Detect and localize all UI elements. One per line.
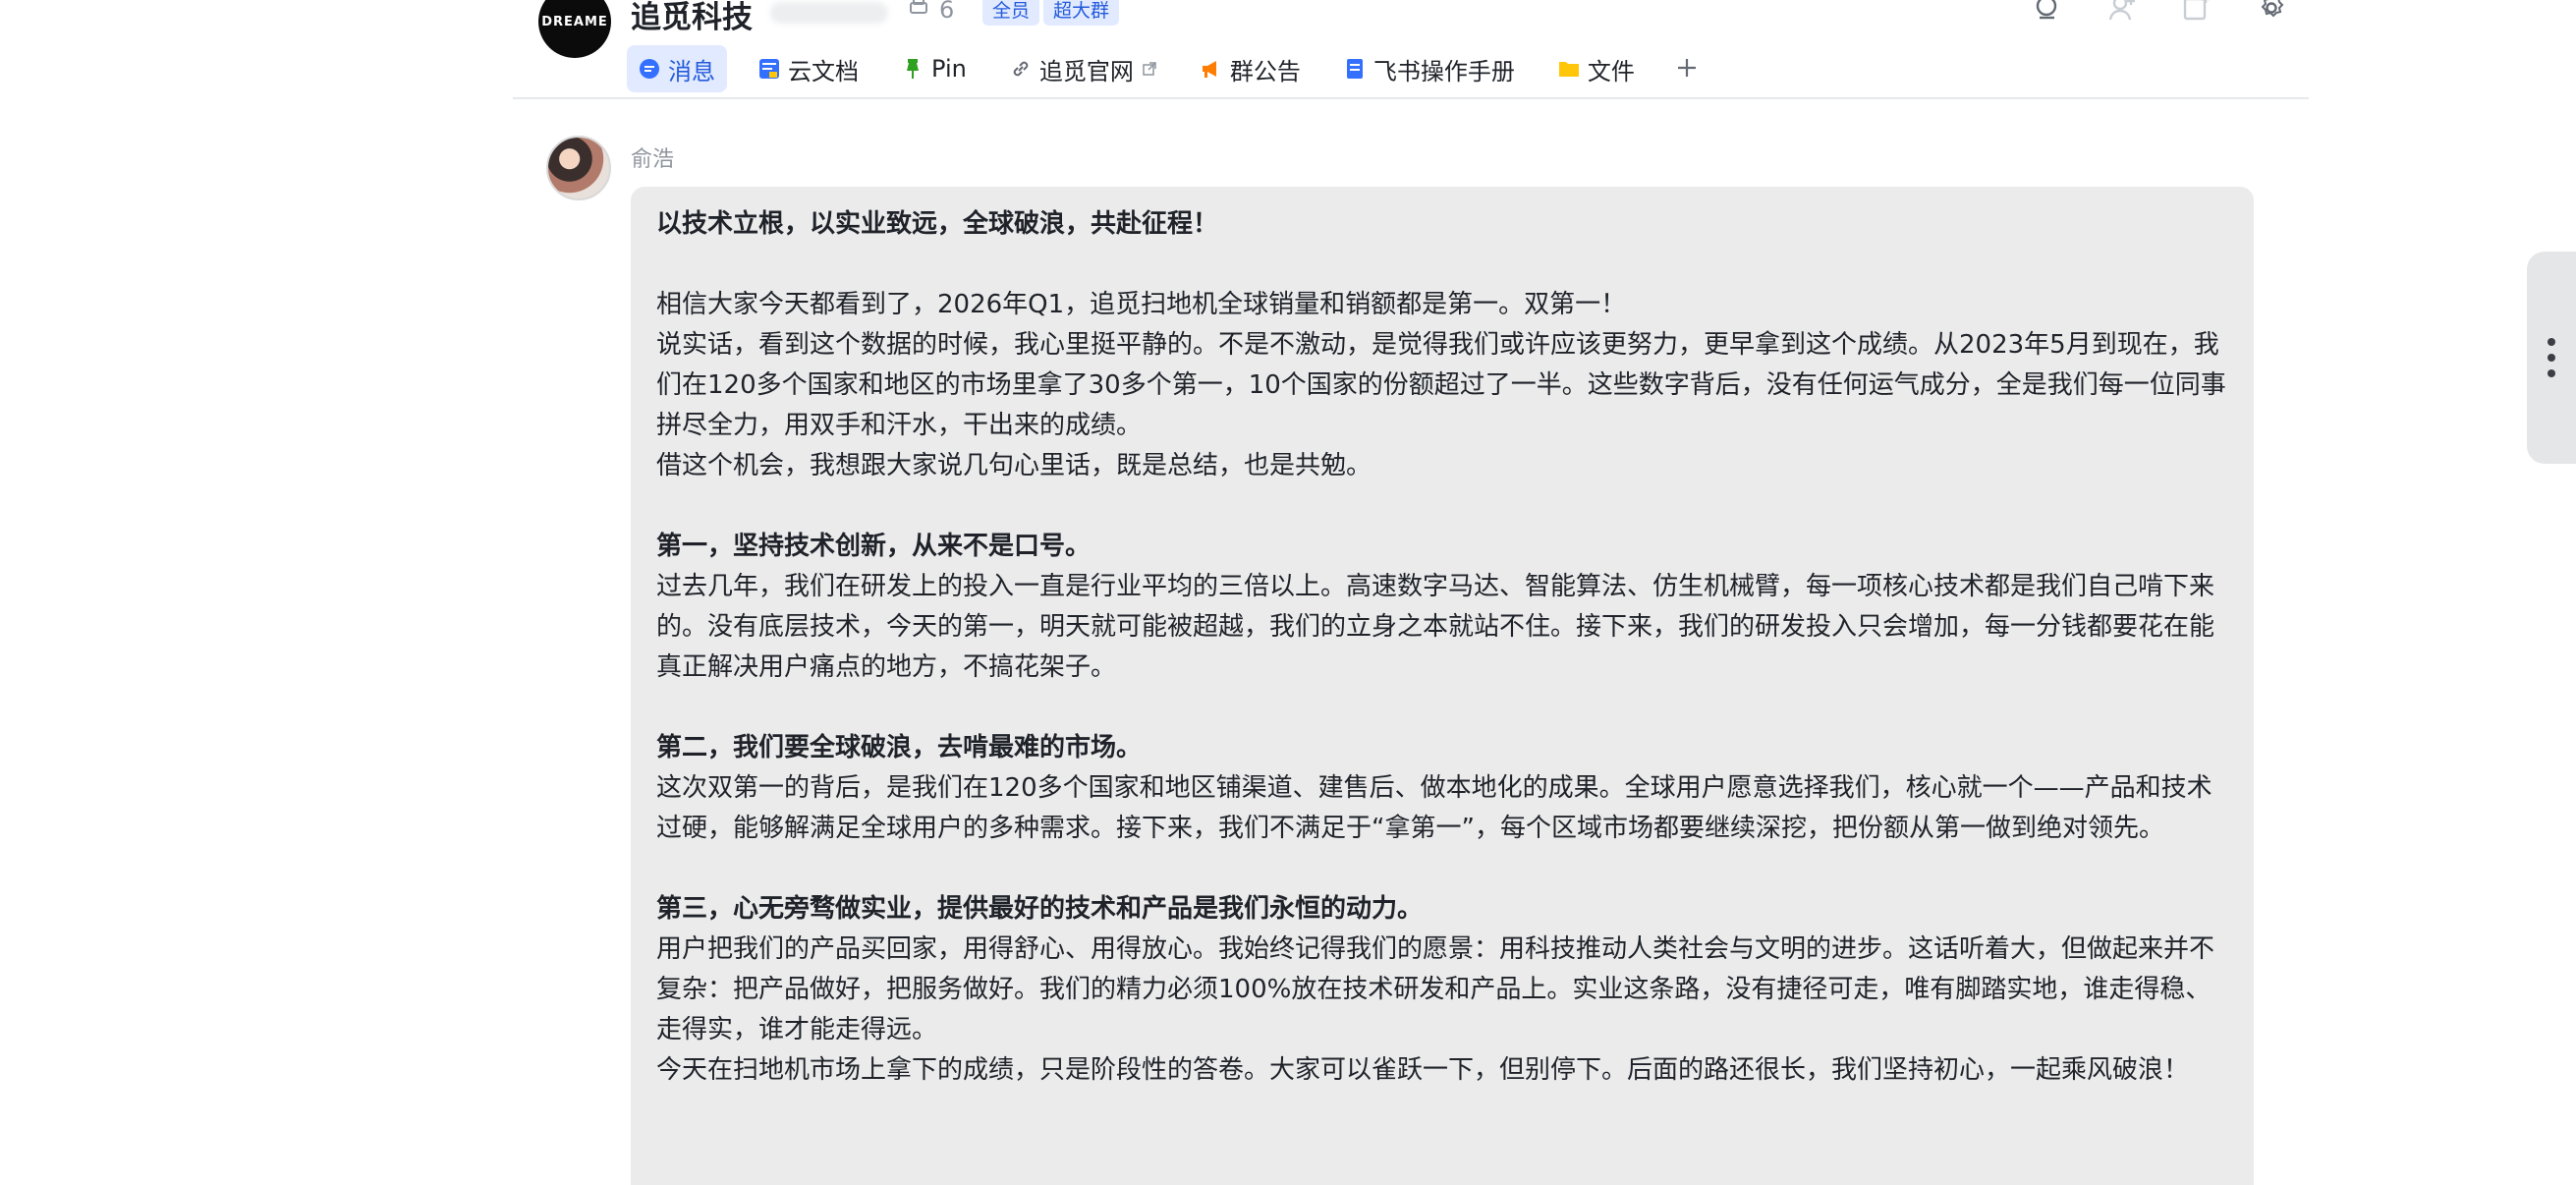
tab-label: 云文档 [788,57,859,85]
megaphone-icon [1201,58,1222,80]
more-dots-icon [2548,369,2555,377]
tab-manual[interactable]: 飞书操作手册 [1332,45,1527,92]
add-member-icon[interactable] [2104,0,2140,26]
group-name[interactable]: 追觅科技 [631,0,753,36]
tab-label: 飞书操作手册 [1372,57,1515,85]
cloud-doc-icon [758,58,780,80]
chat-panel: DREAME 追觅科技 6 全员 超大群 消息 云文档 Pin 追觅官网 群公告… [513,0,2309,1185]
folder-icon [1558,58,1580,80]
message-heading: 第三，心无旁骛做实业，提供最好的技术和产品是我们永恒的动力。 [656,894,1424,924]
message-paragraph: 用户把我们的产品买回家，用得舒心、用得放心。我始终记得我们的愿景：用科技推动人类… [656,934,2215,1044]
tab-messages[interactable]: 消息 [627,45,727,92]
message-paragraph: 过去几年，我们在研发上的投入一直是行业平均的三倍以上。高速数字马达、智能算法、仿… [656,572,2215,682]
message-bubble[interactable]: 以技术立根，以实业致远，全球破浪，共赴征程！ 相信大家今天都看到了，2026年Q1… [631,187,2254,1185]
more-dots-icon [2548,338,2555,346]
tab-label: 文件 [1587,57,1635,85]
more-dots-icon [2548,354,2555,362]
tab-label: Pin [931,55,967,83]
avatar[interactable] [546,136,611,200]
message-heading: 第二，我们要全球破浪，去啃最难的市场。 [656,733,1143,762]
sender-name[interactable]: 俞浩 [631,141,674,173]
members-icon [906,0,931,26]
message-paragraph: 说实话，看到这个数据的时候，我心里挺平静的。不是不激动，是觉得我们或许应该更努力… [656,330,2226,440]
tab-announcement[interactable]: 群公告 [1189,45,1313,92]
tab-pin[interactable]: Pin [890,45,979,92]
message-bubble-icon [639,58,660,80]
pin-icon [902,58,924,80]
message-list[interactable]: 俞浩 以技术立根，以实业致远，全球破浪，共赴征程！ 相信大家今天都看到了，2026… [513,100,2309,1185]
message-paragraph: 今天在扫地机市场上拿下的成绩，只是阶段性的答卷。大家可以雀跃一下，但别停下。后面… [656,1055,2190,1085]
tab-official-site[interactable]: 追觅官网 [998,45,1169,92]
tag-super-group: 超大群 [1043,0,1120,26]
tab-label: 消息 [668,57,715,85]
side-panel-handle[interactable] [2527,252,2576,464]
chat-tabs: 消息 云文档 Pin 追觅官网 群公告 飞书操作手册 文件 [627,45,1708,92]
message-paragraph: 相信大家今天都看到了，2026年Q1，追觅扫地机全球销量和销额都是第一。双第一！ [656,290,1627,319]
tab-label: 追觅官网 [1038,57,1134,85]
tag-all-staff: 全员 [982,0,1040,26]
group-description-redacted [770,2,888,24]
group-avatar[interactable]: DREAME [538,0,611,58]
tab-files[interactable]: 文件 [1546,45,1647,92]
doc-icon [1344,58,1366,80]
link-icon [1010,58,1032,80]
tab-label: 群公告 [1229,57,1301,85]
new-window-icon[interactable] [2179,0,2214,26]
tab-cloud-docs[interactable]: 云文档 [747,45,870,92]
settings-gear-icon[interactable] [2254,0,2289,26]
message-paragraph: 这次双第一的背后，是我们在120多个国家和地区铺渠道、建售后、做本地化的成果。全… [656,773,2212,843]
message-paragraph: 借这个机会，我想跟大家说几句心里话，既是总结，也是共勉。 [656,451,1372,480]
add-tab-button[interactable] [1666,52,1708,86]
search-chat-icon[interactable] [2030,0,2065,26]
chat-header: DREAME 追觅科技 6 全员 超大群 消息 云文档 Pin 追觅官网 群公告… [513,0,2309,99]
header-actions [2030,0,2289,26]
member-count[interactable]: 6 [906,0,954,26]
message-heading: 第一，坚持技术创新，从来不是口号。 [656,532,1092,561]
message-heading: 以技术立根，以实业致远，全球破浪，共赴征程！ [656,209,1219,239]
member-count-value: 6 [939,0,955,24]
external-link-icon [1142,55,1157,83]
